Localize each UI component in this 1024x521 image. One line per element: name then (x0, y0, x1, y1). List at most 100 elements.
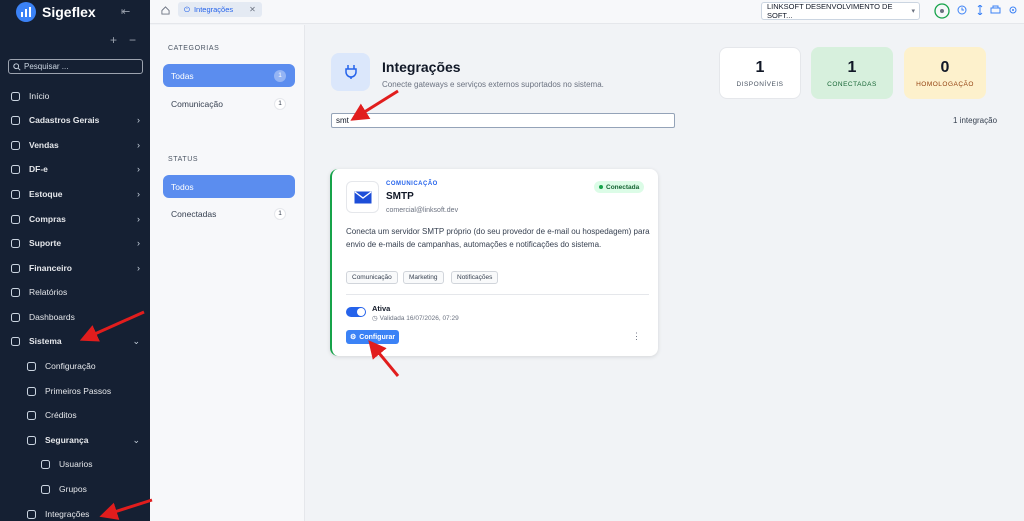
collapse-all-icon[interactable]: − (129, 33, 136, 47)
sidebar-item[interactable]: Usuarios (0, 454, 150, 474)
sidebar-search-input[interactable] (24, 62, 134, 71)
tab-label: Integrações (193, 5, 234, 14)
filter-count: 1 (274, 207, 286, 220)
stat-label: DISPONÍVEIS (736, 80, 784, 88)
topbar: ⏻ Integrações ✕ LINKSOFT DESENVOLVIMENTO… (150, 0, 1024, 24)
sidebar-item[interactable]: Dashboards (0, 307, 150, 327)
sidebar-item[interactable]: Integrações (0, 504, 150, 521)
search-icon (13, 62, 21, 71)
stat-label: HOMOLOGAÇÃO (916, 80, 974, 88)
validation-text: Validada 16/07/2026, 07:29 (379, 314, 459, 322)
plug-icon (26, 509, 36, 519)
sidebar: Sigeflex ⇤ + − InícioCadastros Gerais›Ve… (0, 0, 150, 521)
sidebar-item[interactable]: Suporte › (0, 233, 150, 253)
sidebar-item[interactable]: Segurança ⌄ (0, 430, 150, 450)
mail-icon (346, 181, 379, 213)
filter-count: 1 (274, 69, 286, 82)
shield-icon (26, 435, 36, 445)
expand-icon[interactable] (976, 5, 984, 15)
configure-button[interactable]: ⚙ Configurar (346, 330, 400, 344)
sidebar-item-label: Sistema (29, 336, 62, 346)
stat-value: 0 (940, 58, 950, 76)
categories-title: CATEGORIAS (168, 45, 220, 52)
chevron-icon: › (137, 164, 140, 174)
sidebar-item[interactable]: Relatórios (0, 282, 150, 302)
sidebar-item[interactable]: Início (0, 86, 150, 106)
card-description: Conecta um servidor SMTP próprio (do seu… (346, 227, 650, 249)
home-icon (10, 91, 20, 101)
settings-icon[interactable] (1008, 5, 1018, 15)
toggle-label: Ativa (372, 304, 391, 313)
collapse-sidebar-icon[interactable]: ⇤ (121, 5, 130, 18)
sidebar-item[interactable]: Compras › (0, 209, 150, 229)
gear-icon (26, 361, 36, 371)
sidebar-item[interactable]: Grupos (0, 479, 150, 499)
bank-icon (10, 263, 20, 273)
stat-value: 1 (847, 58, 857, 76)
gear-icon (10, 336, 20, 346)
filter-status-item[interactable]: Todos (163, 175, 295, 198)
truck-icon (10, 214, 20, 224)
sidebar-item[interactable]: DF-e › (0, 159, 150, 179)
sidebar-item-label: Grupos (59, 484, 87, 494)
status-dot-icon (599, 185, 603, 189)
box-icon (10, 189, 20, 199)
sidebar-item-label: Cadastros Gerais (29, 115, 100, 125)
sidebar-item[interactable]: Cadastros Gerais › (0, 110, 150, 130)
more-options-icon[interactable]: ⋮ (632, 331, 641, 342)
sidebar-item[interactable]: Vendas › (0, 135, 150, 155)
sidebar-item[interactable]: Estoque › (0, 184, 150, 204)
sidebar-item-label: Segurança (45, 435, 89, 445)
filter-panel: CATEGORIAS Todas 1 Comunicação 1 STATUS Tod… (150, 25, 305, 521)
grid-icon (10, 115, 20, 125)
close-icon[interactable]: ✕ (249, 5, 256, 14)
rocket-icon (26, 386, 36, 396)
sidebar-item[interactable]: Sistema ⌄ (0, 331, 150, 351)
sidebar-search[interactable] (8, 59, 143, 74)
active-toggle[interactable] (346, 307, 366, 317)
integration-header-icon (331, 53, 370, 91)
tag: Marketing (403, 271, 444, 284)
document-icon (10, 164, 20, 174)
integration-search-input[interactable] (331, 113, 675, 128)
filter-categories-item[interactable]: Comunicação 1 (163, 92, 295, 115)
status-title: STATUS (168, 156, 199, 163)
report-icon (10, 287, 20, 297)
clock-icon[interactable] (957, 5, 967, 15)
chevron-icon: › (137, 189, 140, 199)
sidebar-item[interactable]: Configuração (0, 356, 150, 376)
status-icon[interactable] (934, 3, 950, 19)
sidebar-item-label: Usuarios (59, 459, 93, 469)
card-category: COMUNICAÇÃO (386, 181, 438, 187)
filter-count: 1 (274, 97, 286, 110)
dashboard-icon (10, 312, 20, 322)
stat-value: 1 (755, 58, 765, 76)
clock-icon: ◷ (372, 315, 378, 322)
chevron-icon: ⌄ (132, 335, 140, 346)
sidebar-item-label: Integrações (45, 509, 90, 519)
filter-status-item[interactable]: Conectadas 1 (163, 202, 295, 225)
plug-icon (344, 65, 357, 79)
tab-integracoes[interactable]: ⏻ Integrações ✕ (178, 2, 262, 17)
chevron-icon: › (137, 263, 140, 273)
printer-icon[interactable] (990, 5, 1001, 15)
integration-card[interactable]: COMUNICAÇÃO SMTP comercial@linksoft.dev … (330, 169, 658, 356)
sidebar-item[interactable]: Créditos (0, 405, 150, 425)
filter-categories-item[interactable]: Todas 1 (163, 64, 295, 87)
plug-icon: ⏻ (184, 4, 190, 14)
home-icon[interactable] (161, 6, 170, 15)
users-icon (40, 484, 50, 494)
result-count: 1 integração (953, 116, 998, 125)
sidebar-item[interactable]: Financeiro › (0, 258, 150, 278)
sidebar-item[interactable]: Primeiros Passos (0, 381, 150, 401)
filter-label: Comunicação (171, 98, 223, 109)
stat-label: CONECTADAS (827, 80, 877, 88)
chevron-icon: ⌄ (132, 434, 140, 445)
company-select[interactable]: LINKSOFT DESENVOLVIMENTO DE SOFT... ▾ (761, 2, 920, 20)
sidebar-item-label: Suporte (29, 238, 62, 248)
sidebar-item-label: Financeiro (29, 263, 72, 273)
expand-all-icon[interactable]: + (110, 33, 117, 47)
sidebar-item-label: DF-e (29, 164, 48, 174)
card-email: comercial@linksoft.dev (386, 207, 459, 214)
tag: Comunicação (346, 271, 398, 284)
